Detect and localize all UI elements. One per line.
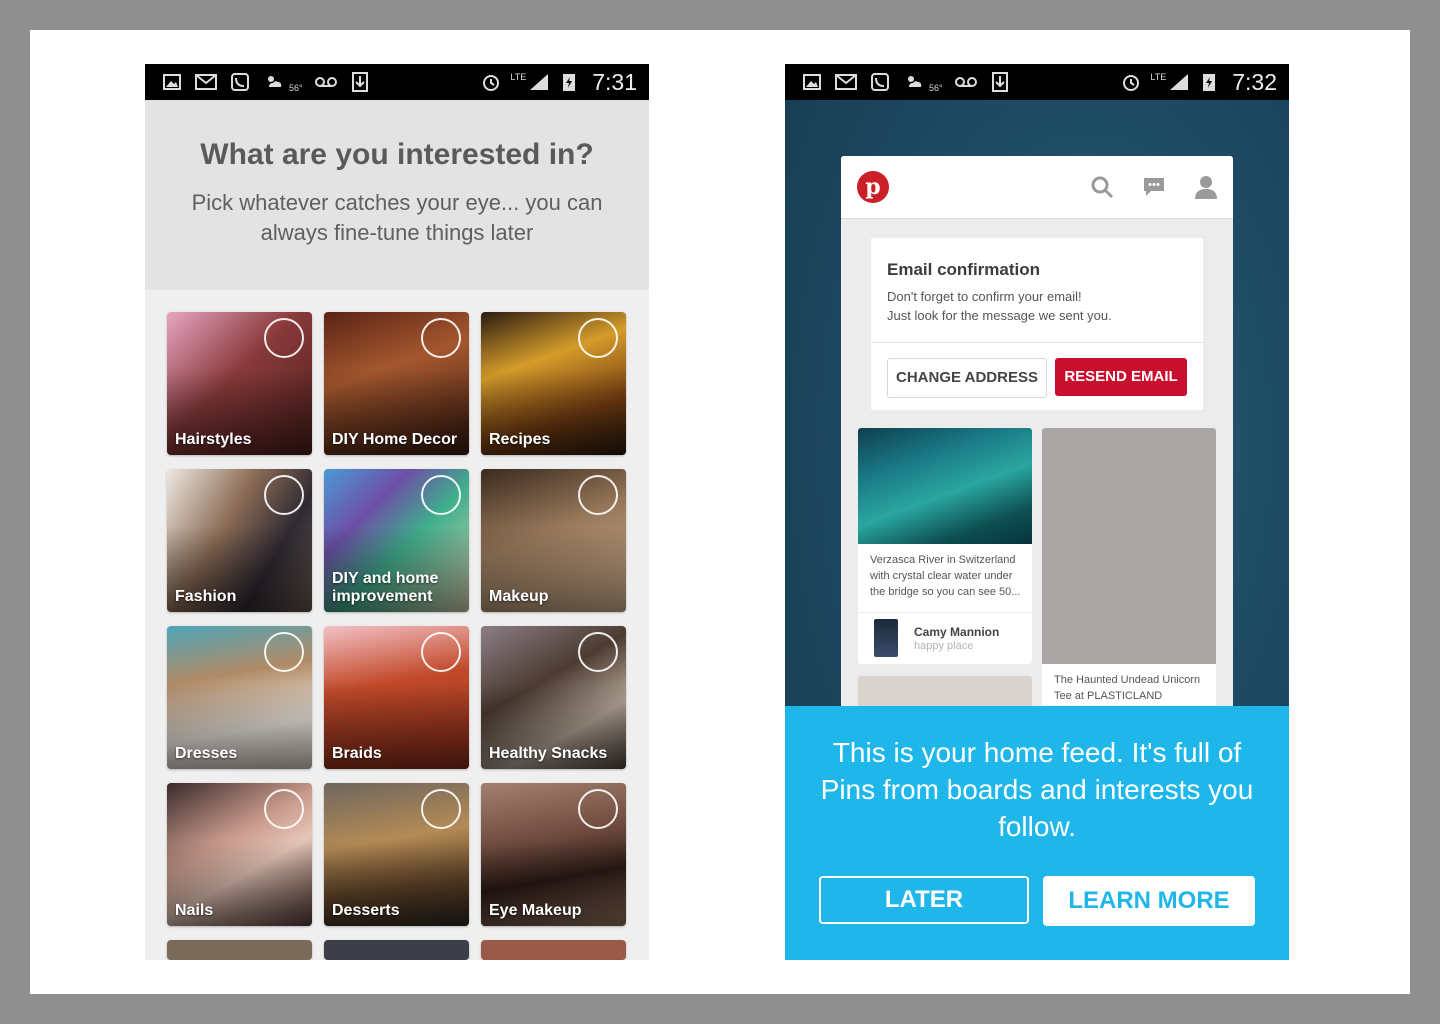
interest-tile-hairstyles[interactable]: Hairstyles [167,312,312,455]
divider [871,342,1203,343]
change-address-button[interactable]: CHANGE ADDRESS [887,358,1047,398]
select-circle-icon[interactable] [421,318,461,358]
page-subtitle: Pick whatever catches your eye... you ca… [191,190,603,245]
gmail-icon [195,71,217,93]
pin-attribution[interactable]: Camy Mannion happy place [858,612,1032,664]
app-top-bar: p [841,156,1233,219]
interest-tile-recipes[interactable]: Recipes [481,312,626,455]
tile-label: Desserts [332,902,400,919]
phone-home-feed: 56° LTE 7:32 p Email confirmation Don't … [785,64,1289,960]
interest-tile-diy-home-improvement[interactable]: DIY and home improvement [324,469,469,612]
tile-label: DIY and home improvement [332,570,439,605]
pinner-name[interactable]: Camy Mannion [914,625,999,639]
board-name[interactable]: happy place [914,640,973,652]
search-icon[interactable] [1089,174,1115,200]
tile-label: Hairstyles [175,431,252,448]
email-card-line: Don't forget to confirm your email! [887,289,1082,304]
alarm-icon [1120,71,1142,93]
pin-image-placeholder[interactable] [1042,428,1216,664]
interest-tile-partial[interactable] [481,940,626,960]
phone-interests: 56° LTE 7:31 What are you interested in?… [145,64,649,960]
interest-tile-eye-makeup[interactable]: Eye Makeup [481,783,626,926]
select-circle-icon[interactable] [421,789,461,829]
interests-header: What are you interested in? Pick whateve… [145,100,649,290]
gallery-icon [161,71,183,93]
status-bar: 56° LTE 7:31 [145,64,649,100]
select-circle-icon[interactable] [578,632,618,672]
temperature-text: 56° [289,83,303,93]
interest-tile-fashion[interactable]: Fashion [167,469,312,612]
pin-image[interactable] [858,428,1032,544]
email-card-title: Email confirmation [887,260,1041,279]
interest-tile-nails[interactable]: Nails [167,783,312,926]
tile-label: Healthy Snacks [489,745,608,762]
select-circle-icon[interactable] [421,475,461,515]
download-icon [349,71,371,93]
voicemail-icon [954,71,977,93]
status-bar: 56° LTE 7:32 [785,64,1289,100]
select-circle-icon[interactable] [578,318,618,358]
email-card-body: Don't forget to confirm your email! Just… [887,287,1112,325]
tile-label: Recipes [489,431,551,448]
pin-description: Verzasca River in Switzerland with cryst… [870,554,1021,598]
tile-label: Makeup [489,588,549,605]
select-circle-icon[interactable] [264,475,304,515]
voicemail-icon [314,71,337,93]
interest-tile-dresses[interactable]: Dresses [167,626,312,769]
learn-more-button[interactable]: LEARN MORE [1043,876,1255,926]
interest-tile-healthy-snacks[interactable]: Healthy Snacks [481,626,626,769]
select-circle-icon[interactable] [421,632,461,672]
battery-charging-icon [1198,71,1220,93]
temperature-text: 56° [929,83,943,93]
network-type-text: LTE [1150,72,1167,82]
select-circle-icon[interactable] [264,789,304,829]
voicemail-phone-icon [229,71,251,93]
messages-icon[interactable] [1141,174,1167,200]
interest-tile-partial[interactable] [167,940,312,960]
tile-label: Nails [175,902,214,919]
interest-grid: Hairstyles DIY Home Decor Recipes Fashio… [167,312,629,960]
battery-charging-icon [558,71,580,93]
tip-message: This is your home feed. It's full of Pin… [820,737,1254,842]
interest-tile-braids[interactable]: Braids [324,626,469,769]
weather-icon [903,71,925,93]
download-icon [989,71,1011,93]
pin-description: The Haunted Undead Unicorn Tee at PLASTI… [1054,674,1201,702]
select-circle-icon[interactable] [264,318,304,358]
tile-label: Eye Makeup [489,902,582,919]
tile-label: DIY Home Decor [332,431,458,448]
tile-label: Fashion [175,588,237,605]
signal-icon [1168,71,1190,93]
interest-tile-makeup[interactable]: Makeup [481,469,626,612]
select-circle-icon[interactable] [264,632,304,672]
later-button[interactable]: LATER [819,876,1029,924]
interest-tile-partial[interactable] [324,940,469,960]
profile-icon[interactable] [1193,174,1219,200]
avatar[interactable] [874,619,898,657]
gallery-icon [801,71,823,93]
email-confirmation-card: Email confirmation Don't forget to confi… [871,238,1203,410]
page-title: What are you interested in? [200,138,594,171]
gmail-icon [835,71,857,93]
home-feed-tip-overlay: This is your home feed. It's full of Pin… [785,706,1289,960]
weather-icon [263,71,285,93]
pin-card[interactable]: Verzasca River in Switzerland with cryst… [858,428,1032,664]
select-circle-icon[interactable] [578,789,618,829]
resend-email-button[interactable]: RESEND EMAIL [1055,358,1187,396]
alarm-icon [480,71,502,93]
pinterest-logo-icon[interactable]: p [857,171,889,203]
clock-time: 7:31 [592,68,637,95]
voicemail-phone-icon [869,71,891,93]
signal-icon [528,71,550,93]
clock-time: 7:32 [1232,68,1277,95]
tile-label: Braids [332,745,382,762]
interest-tile-diy-home-decor[interactable]: DIY Home Decor [324,312,469,455]
tile-label: Dresses [175,745,238,762]
network-type-text: LTE [510,72,527,82]
interest-tile-desserts[interactable]: Desserts [324,783,469,926]
select-circle-icon[interactable] [578,475,618,515]
pinterest-app-window: p Email confirmation Don't forget to con… [841,156,1233,716]
email-card-line: Just look for the message we sent you. [887,308,1112,323]
pin-card[interactable]: The Haunted Undead Unicorn Tee at PLASTI… [1042,428,1216,716]
